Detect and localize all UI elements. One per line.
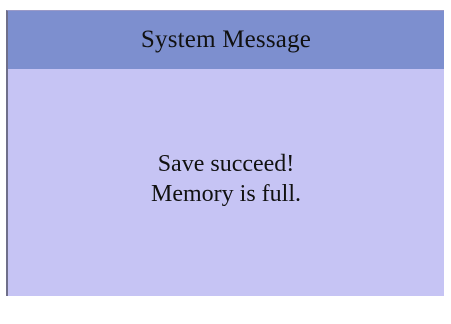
message-line-memory-status: Memory is full.: [151, 181, 301, 207]
dialog-title: System Message: [140, 26, 312, 53]
message-line-save-status: Save succeed!: [157, 151, 295, 177]
dialog-title-bar: System Message: [8, 11, 444, 69]
system-message-dialog: System Message Save succeed! Memory is f…: [6, 10, 444, 296]
dialog-message: Save succeed! Memory is full.: [8, 149, 444, 209]
dialog-body: Save succeed! Memory is full.: [8, 69, 444, 296]
